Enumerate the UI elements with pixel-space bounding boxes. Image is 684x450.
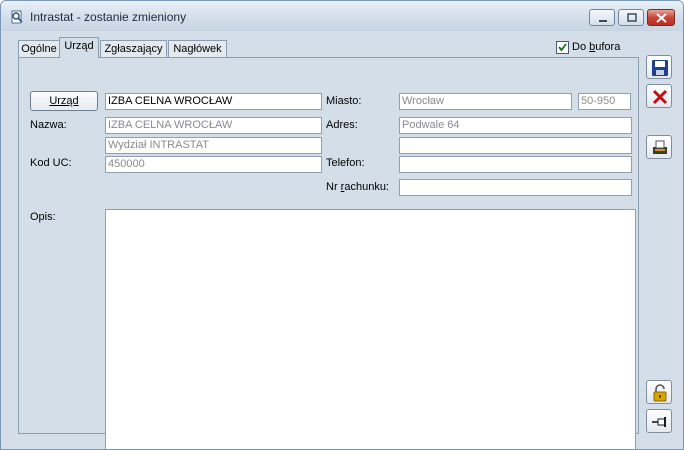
pin-icon [652,417,666,427]
maximize-button[interactable] [618,9,644,26]
adres-field-line2[interactable] [399,137,632,154]
adres-label: Adres: [326,119,358,131]
kod-uc-field[interactable]: 450000 [105,156,322,173]
opis-textarea[interactable] [105,209,636,449]
pin-button[interactable] [646,409,672,433]
adres-field-line1[interactable]: Podwale 64 [399,117,632,134]
postal-code-field[interactable]: 50-950 [578,93,631,110]
print-button[interactable] [646,135,672,159]
tab-urzad-label: Urząd [64,40,94,52]
save-icon [652,60,668,76]
tab-ogolne[interactable]: Ogólne [18,40,60,57]
tab-zglaszajacy[interactable]: Zgłaszający [100,40,167,57]
unlock-button[interactable] [646,380,672,404]
buffer-checkbox-label[interactable]: Do bufora [572,41,620,53]
intrastat-window: Intrastat - zostanie zmieniony Ogólne Ur… [0,0,684,450]
title-bar[interactable]: Intrastat - zostanie zmieniony [1,1,683,31]
nr-rachunku-field[interactable] [399,179,632,196]
miasto-field[interactable]: Wrocław [399,93,572,110]
unlock-icon [653,384,667,402]
tab-naglowek[interactable]: Nagłówek [168,40,227,57]
minimize-button[interactable] [589,9,615,26]
close-icon [656,13,667,23]
tab-zglaszajacy-label: Zgłaszający [104,43,163,55]
office-lookup-button[interactable]: Urząd [30,91,98,111]
opis-label: Opis: [30,211,56,223]
minimize-icon [599,20,607,22]
office-name-field[interactable]: IZBA CELNA WROCŁAW [105,93,322,110]
client-area: Ogólne Urząd Zgłaszający Nagłówek Do buf… [6,31,678,449]
buffer-label-prefix: Do [572,41,590,53]
nr-rachunku-rest: achunku: [344,181,389,193]
maximize-icon [627,13,637,22]
tab-ogolne-label: Ogólne [21,43,57,55]
nazwa-field-line2[interactable]: Wydział INTRASTAT [105,137,322,154]
tab-naglowek-label: Nagłówek [173,43,222,55]
nr-rachunku-label: Nr rachunku: [326,181,389,193]
nr-rachunku-prefix: Nr [326,181,341,193]
telefon-field[interactable] [399,156,632,173]
office-lookup-button-label: Urząd [49,95,79,107]
miasto-label: Miasto: [326,95,362,107]
close-window-button[interactable] [647,9,675,26]
checkmark-icon [558,43,567,52]
nazwa-field-line1[interactable]: IZBA CELNA WROCŁAW [105,117,322,134]
telefon-label: Telefon: [326,157,365,169]
save-button[interactable] [646,55,672,79]
window-title: Intrastat - zostanie zmieniony [30,10,187,24]
search-document-icon [11,10,23,24]
tab-urzad[interactable]: Urząd [59,37,99,58]
print-icon [653,140,667,154]
kod-uc-label: Kod UC: [30,157,72,169]
buffer-checkbox[interactable] [556,41,569,54]
cancel-button[interactable] [646,84,672,108]
cancel-icon [652,89,668,105]
urzad-tab-panel: Urząd IZBA CELNA WROCŁAW Nazwa: IZBA CEL… [18,57,639,449]
nazwa-label: Nazwa: [30,119,67,131]
buffer-label-rest: ufora [595,41,621,53]
